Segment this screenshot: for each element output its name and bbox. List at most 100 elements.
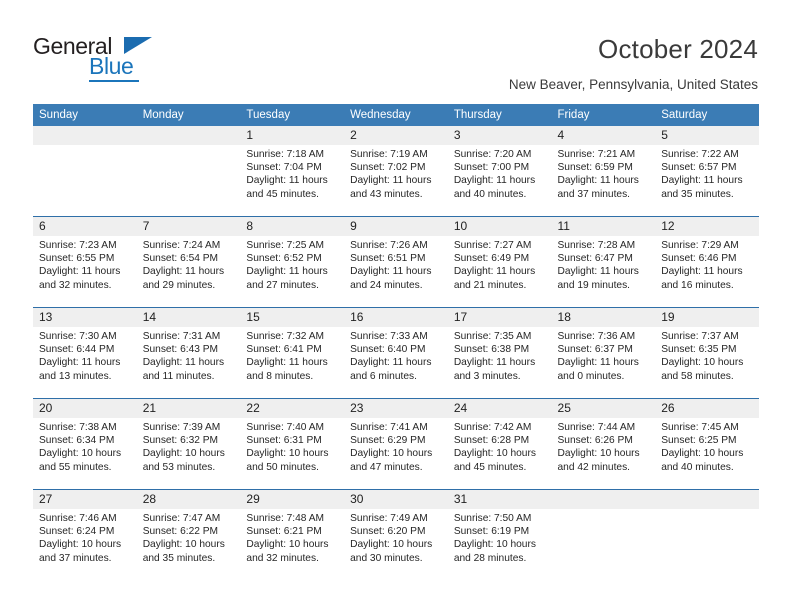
day-number[interactable]: 29 [240,490,344,509]
weekday-header-tuesday: Tuesday [246,109,291,121]
daylight-line2: and 58 minutes. [661,370,734,382]
day-cell[interactable]: Sunrise: 7:48 AM Sunset: 6:21 PM Dayligh… [240,509,344,580]
day-number[interactable]: 26 [655,399,759,418]
day-number[interactable]: 13 [33,308,137,327]
day-number[interactable]: 19 [655,308,759,327]
daylight-line1: Daylight: 10 hours [142,539,225,551]
sunrise-text: Sunrise: 7:19 AM [350,149,428,160]
day-cell[interactable] [33,145,137,216]
day-number[interactable]: 15 [240,308,344,327]
day-number[interactable]: 3 [448,126,552,145]
day-cell[interactable]: Sunrise: 7:32 AM Sunset: 6:41 PM Dayligh… [240,327,344,398]
day-number[interactable]: 28 [137,490,241,509]
sunset-text: Sunset: 6:40 PM [350,344,426,356]
daylight-line1: Daylight: 11 hours [453,175,536,187]
day-cell[interactable]: Sunrise: 7:23 AM Sunset: 6:55 PM Dayligh… [33,236,137,307]
day-cell[interactable]: Sunrise: 7:47 AM Sunset: 6:22 PM Dayligh… [137,509,241,580]
day-cell[interactable]: Sunrise: 7:30 AM Sunset: 6:44 PM Dayligh… [33,327,137,398]
sunrise-text: Sunrise: 7:36 AM [557,331,636,342]
day-cell[interactable]: Sunrise: 7:38 AM Sunset: 6:34 PM Dayligh… [33,418,137,489]
day-cell[interactable]: Sunrise: 7:27 AM Sunset: 6:49 PM Dayligh… [448,236,552,307]
day-cell[interactable]: Sunrise: 7:24 AM Sunset: 6:54 PM Dayligh… [137,236,241,307]
day-number[interactable] [137,126,241,145]
day-cell[interactable]: Sunrise: 7:42 AM Sunset: 6:28 PM Dayligh… [448,418,552,489]
day-number[interactable]: 25 [552,399,656,418]
day-number[interactable]: 4 [552,126,656,145]
day-cell[interactable]: Sunrise: 7:26 AM Sunset: 6:51 PM Dayligh… [344,236,448,307]
day-cell[interactable]: Sunrise: 7:41 AM Sunset: 6:29 PM Dayligh… [344,418,448,489]
day-number[interactable]: 17 [448,308,552,327]
day-cell[interactable]: Sunrise: 7:45 AM Sunset: 6:25 PM Dayligh… [655,418,759,489]
day-cell[interactable]: Sunrise: 7:39 AM Sunset: 6:32 PM Dayligh… [137,418,241,489]
daylight-line2: and 37 minutes. [557,188,631,200]
day-cell[interactable]: Sunrise: 7:49 AM Sunset: 6:20 PM Dayligh… [344,509,448,580]
day-cell[interactable]: Sunrise: 7:20 AM Sunset: 7:00 PM Dayligh… [448,145,552,216]
day-cell[interactable]: Sunrise: 7:18 AM Sunset: 7:04 PM Dayligh… [240,145,344,216]
calendar-grid: Sunday Monday Tuesday Wednesday Thursday… [33,104,759,580]
day-number[interactable]: 24 [448,399,552,418]
day-cell[interactable]: Sunrise: 7:35 AM Sunset: 6:38 PM Dayligh… [448,327,552,398]
day-cell[interactable] [552,509,656,580]
day-cell[interactable]: Sunrise: 7:50 AM Sunset: 6:19 PM Dayligh… [448,509,552,580]
sunrise-text: Sunrise: 7:23 AM [39,240,117,251]
day-number[interactable]: 12 [655,217,759,236]
day-cell[interactable] [137,145,241,216]
day-number[interactable]: 21 [137,399,241,418]
day-cell[interactable]: Sunrise: 7:44 AM Sunset: 6:26 PM Dayligh… [552,418,656,489]
day-cell[interactable]: Sunrise: 7:33 AM Sunset: 6:40 PM Dayligh… [344,327,448,398]
day-number[interactable]: 14 [137,308,241,327]
sunrise-text: Sunrise: 7:29 AM [661,240,739,251]
day-number-band: 13 14 15 16 17 18 19 [33,308,759,327]
sunset-text: Sunset: 6:54 PM [142,253,219,265]
day-number[interactable]: 27 [33,490,137,509]
weekday-header-friday: Friday [557,109,590,121]
day-cell[interactable]: Sunrise: 7:22 AM Sunset: 6:57 PM Dayligh… [655,145,759,216]
day-number[interactable] [33,126,137,145]
sunrise-text: Sunrise: 7:46 AM [39,513,117,524]
day-number[interactable]: 6 [33,217,137,236]
sunrise-text: Sunrise: 7:27 AM [453,240,532,251]
daylight-line1: Daylight: 11 hours [557,357,639,369]
daylight-line2: and 30 minutes. [350,552,423,564]
calendar-week-row: 1 2 3 4 5 Sunrise: 7:18 AM Sunset: 7:04 … [33,126,759,216]
sunrise-text: Sunrise: 7:20 AM [453,149,532,160]
daylight-line1: Daylight: 11 hours [557,266,639,278]
weekday-header-sunday: Sunday [39,109,79,121]
day-cell[interactable]: Sunrise: 7:46 AM Sunset: 6:24 PM Dayligh… [33,509,137,580]
day-number[interactable]: 8 [240,217,344,236]
day-number[interactable]: 11 [552,217,656,236]
day-number[interactable]: 7 [137,217,241,236]
day-cell[interactable]: Sunrise: 7:37 AM Sunset: 6:35 PM Dayligh… [655,327,759,398]
day-number[interactable]: 20 [33,399,137,418]
day-cell[interactable]: Sunrise: 7:36 AM Sunset: 6:37 PM Dayligh… [552,327,656,398]
day-cell[interactable]: Sunrise: 7:28 AM Sunset: 6:47 PM Dayligh… [552,236,656,307]
sunrise-text: Sunrise: 7:32 AM [246,331,324,342]
day-cell[interactable]: Sunrise: 7:29 AM Sunset: 6:46 PM Dayligh… [655,236,759,307]
sunset-text: Sunset: 6:51 PM [350,253,426,265]
daylight-line2: and 47 minutes. [350,461,423,473]
general-blue-logo[interactable]: General Blue [33,33,203,85]
day-number[interactable]: 2 [344,126,448,145]
day-number[interactable]: 22 [240,399,344,418]
day-number[interactable]: 16 [344,308,448,327]
day-number[interactable]: 1 [240,126,344,145]
day-number[interactable]: 5 [655,126,759,145]
day-cell[interactable]: Sunrise: 7:25 AM Sunset: 6:52 PM Dayligh… [240,236,344,307]
day-number[interactable]: 30 [344,490,448,509]
day-number[interactable] [655,490,759,509]
day-number[interactable]: 10 [448,217,552,236]
day-number[interactable]: 23 [344,399,448,418]
logo-text-blue: Blue [89,53,134,79]
daylight-line1: Daylight: 10 hours [246,539,329,551]
day-number[interactable]: 9 [344,217,448,236]
sunset-text: Sunset: 6:43 PM [142,344,219,356]
day-cell[interactable]: Sunrise: 7:40 AM Sunset: 6:31 PM Dayligh… [240,418,344,489]
day-number[interactable] [552,490,656,509]
day-cell[interactable]: Sunrise: 7:31 AM Sunset: 6:43 PM Dayligh… [137,327,241,398]
daylight-line2: and 24 minutes. [350,279,423,291]
day-cell[interactable]: Sunrise: 7:19 AM Sunset: 7:02 PM Dayligh… [344,145,448,216]
day-number[interactable]: 31 [448,490,552,509]
day-cell[interactable] [655,509,759,580]
day-number[interactable]: 18 [552,308,656,327]
day-cell[interactable]: Sunrise: 7:21 AM Sunset: 6:59 PM Dayligh… [552,145,656,216]
